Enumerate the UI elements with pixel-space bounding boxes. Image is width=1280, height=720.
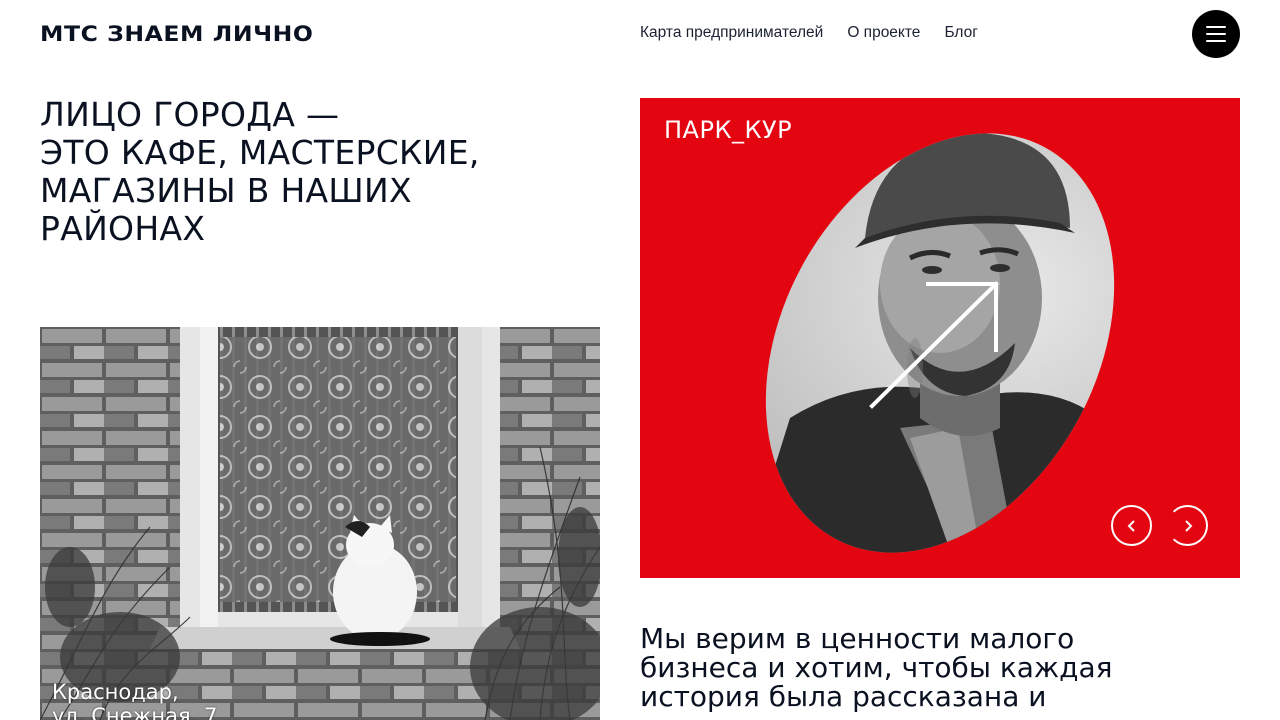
nav-link-entrepreneurs-map[interactable]: Карта предпринимателей: [640, 24, 823, 42]
site-logo[interactable]: МТС ЗНАЕМ ЛИЧНО: [40, 22, 313, 46]
featured-business-card[interactable]: ПАРК_КУР: [640, 98, 1240, 578]
photo-caption: Краснодар, ул. Снежная, 7: [52, 680, 217, 720]
nav-link-blog[interactable]: Блог: [944, 24, 978, 42]
hero-headline: ЛИЦО ГОРОДА — ЭТО КАФЕ, МАСТЕРСКИЕ, МАГА…: [40, 96, 620, 248]
hamburger-icon: [1206, 26, 1226, 28]
slider-next-button[interactable]: [1167, 505, 1208, 546]
menu-button[interactable]: [1192, 10, 1240, 58]
main-nav: Карта предпринимателей О проекте Блог: [640, 24, 978, 42]
nav-link-about[interactable]: О проекте: [847, 24, 920, 42]
chevron-left-icon: [1127, 519, 1135, 532]
business-name: ПАРК_КУР: [664, 116, 793, 144]
mission-line: бизнеса и хотим, чтобы каждая: [640, 651, 1113, 684]
mission-line: Мы верим в ценности малого: [640, 622, 1075, 655]
slider-prev-button[interactable]: [1111, 505, 1152, 546]
headline-line: ЛИЦО ГОРОДА —: [40, 95, 340, 134]
business-photo-card[interactable]: Краснодар, ул. Снежная, 7: [40, 327, 600, 720]
caption-city: Краснодар,: [52, 680, 179, 704]
mission-statement: Мы верим в ценности малого бизнеса и хот…: [640, 624, 1240, 711]
headline-line: РАЙОНАХ: [40, 209, 206, 248]
headline-line: МАГАЗИНЫ В НАШИХ: [40, 171, 412, 210]
entrepreneur-portrait: [696, 98, 1184, 578]
headline-line: ЭТО КАФЕ, МАСТЕРСКИЕ,: [40, 133, 480, 172]
caption-address: ул. Снежная, 7: [52, 704, 218, 720]
chevron-right-icon: [1184, 519, 1192, 532]
cat-window-photo: [40, 327, 600, 720]
mission-line: история была рассказана и: [640, 680, 1047, 713]
